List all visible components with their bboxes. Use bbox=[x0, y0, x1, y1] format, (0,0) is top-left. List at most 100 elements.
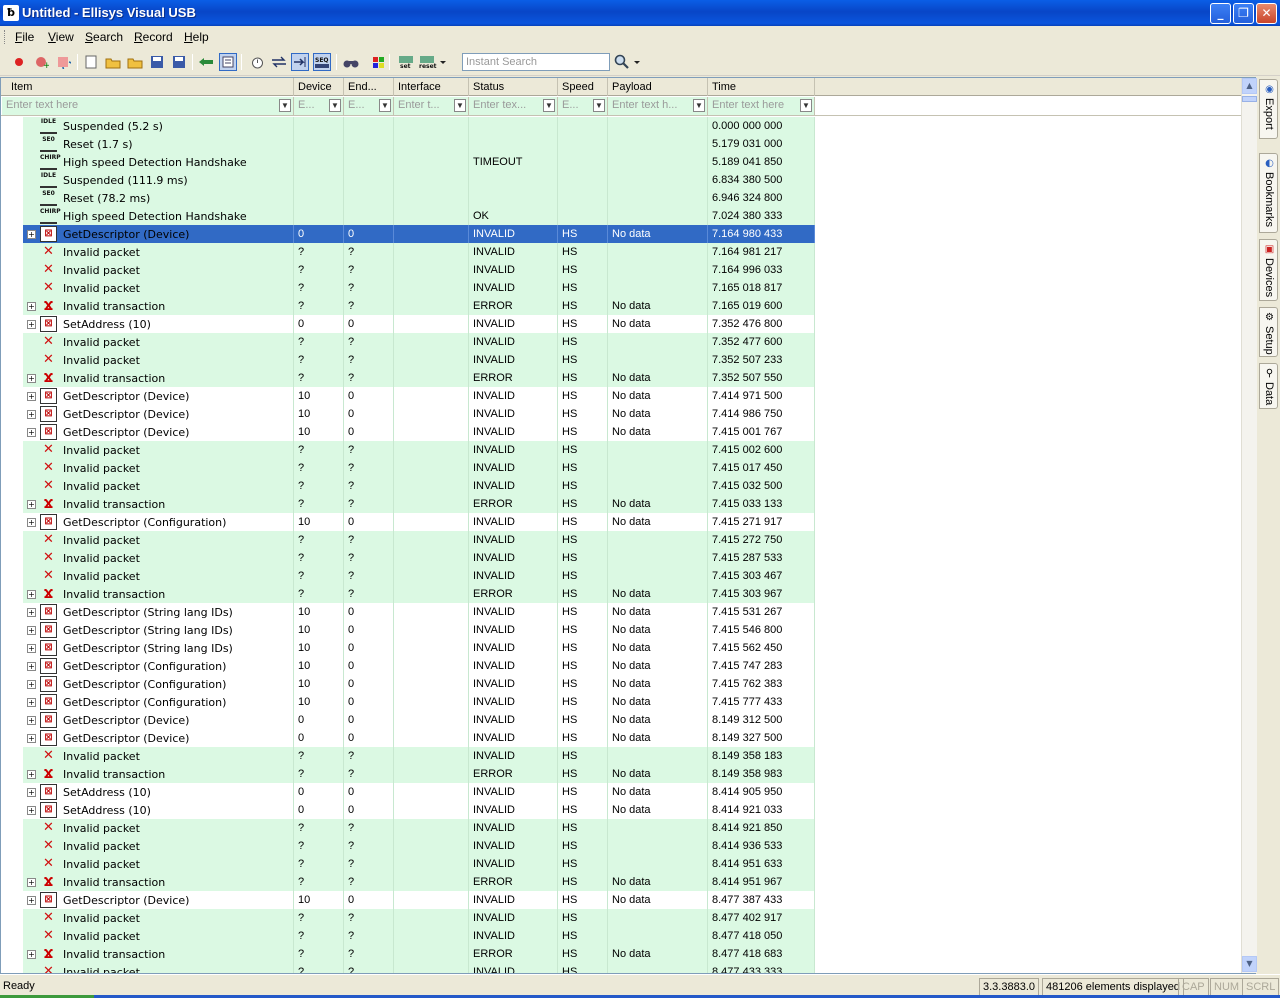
table-row[interactable]: CHIRP High speed Detection Handshake TIMEO… bbox=[1, 153, 1241, 171]
expand-icon[interactable]: + bbox=[27, 500, 36, 509]
scroll-up-arrow-icon[interactable]: ▲ bbox=[1242, 78, 1257, 94]
menu-grip[interactable] bbox=[4, 30, 7, 44]
filter-status[interactable]: Enter tex... ▼ bbox=[469, 97, 558, 115]
table-row[interactable]: + ⊠ GetDescriptor (Device) 0 0 INVALID HS No da… bbox=[1, 225, 1241, 243]
table-row[interactable]: + ⊠ GetDescriptor (String lang IDs) 10 0 INVA… bbox=[1, 621, 1241, 639]
dock-tab-setup[interactable]: ⚙ Setup bbox=[1259, 307, 1278, 357]
vertical-scrollbar[interactable]: ▲ ▼ bbox=[1241, 78, 1257, 973]
instant-search-input[interactable]: Instant Search bbox=[462, 53, 610, 71]
table-row[interactable]: IDLE Suspended (111.9 ms) 6.834 380 500 bbox=[1, 171, 1241, 189]
column-header-endpoint[interactable]: End... bbox=[344, 78, 394, 96]
table-row[interactable]: CHIRP High speed Detection Handshake OK 7.0… bbox=[1, 207, 1241, 225]
table-row[interactable]: + ⊠ GetDescriptor (Device) 10 0 INVALID HS No d… bbox=[1, 423, 1241, 441]
expand-icon[interactable]: + bbox=[27, 896, 36, 905]
table-row[interactable]: + ⊠ GetDescriptor (Configuration) 10 0 INVALI… bbox=[1, 513, 1241, 531]
find-icon[interactable] bbox=[342, 53, 360, 71]
table-row[interactable]: + ⊠ GetDescriptor (Device) 10 0 INVALID HS No d… bbox=[1, 387, 1241, 405]
expand-icon[interactable]: + bbox=[27, 302, 36, 311]
table-row[interactable]: + ⊠ GetDescriptor (Configuration) 10 0 INVALI… bbox=[1, 657, 1241, 675]
filter-interface[interactable]: Enter t... ▼ bbox=[394, 97, 469, 115]
set-icon[interactable]: set bbox=[397, 53, 415, 71]
maximize-button[interactable]: ❐ bbox=[1233, 3, 1254, 24]
expand-icon[interactable]: + bbox=[27, 626, 36, 635]
expand-icon[interactable]: + bbox=[27, 878, 36, 887]
table-row[interactable]: ✕ Invalid packet?? INVALID HS 8.477 402 917 bbox=[1, 909, 1241, 927]
expand-icon[interactable]: + bbox=[27, 428, 36, 437]
expand-icon[interactable]: + bbox=[27, 320, 36, 329]
save-icon[interactable] bbox=[148, 53, 166, 71]
expand-icon[interactable]: + bbox=[27, 716, 36, 725]
table-row[interactable]: ✕ Invalid packet?? INVALID HS 7.415 272 750 bbox=[1, 531, 1241, 549]
table-row[interactable]: ✕ Invalid packet?? INVALID HS 8.414 936 533 bbox=[1, 837, 1241, 855]
table-row[interactable]: + ⊠ GetDescriptor (Device) 0 0 INVALID HS No da… bbox=[1, 729, 1241, 747]
filter-icon[interactable]: ▼ bbox=[454, 99, 466, 112]
filter-item[interactable]: Enter text here ▼ bbox=[2, 97, 294, 115]
column-header-payload[interactable]: Payload bbox=[608, 78, 708, 96]
filter-icon[interactable]: ▼ bbox=[329, 99, 341, 112]
filter-icon[interactable]: ▼ bbox=[693, 99, 705, 112]
refresh-icon[interactable] bbox=[55, 53, 73, 71]
table-row[interactable]: ✕ Invalid packet?? INVALID HS 7.415 002 600 bbox=[1, 441, 1241, 459]
filter-time[interactable]: Enter text here ▼ bbox=[708, 97, 815, 115]
expand-icon[interactable]: + bbox=[27, 806, 36, 815]
table-row[interactable]: SE0 Reset (1.7 s) 5.179 031 000 bbox=[1, 135, 1241, 153]
dock-tab-devices[interactable]: ▣ Devices bbox=[1259, 239, 1278, 301]
table-row[interactable]: + ⊠ GetDescriptor (Device) 0 0 INVALID HS No da… bbox=[1, 711, 1241, 729]
table-row[interactable]: IDLE Suspended (5.2 s) 0.000 000 000 bbox=[1, 117, 1241, 135]
menu-search[interactable]: Search bbox=[85, 30, 123, 44]
menu-record[interactable]: Record bbox=[134, 30, 173, 44]
expand-icon[interactable]: + bbox=[27, 662, 36, 671]
save-as-icon[interactable] bbox=[170, 53, 188, 71]
table-row[interactable]: + ⊠ GetDescriptor (Device) 10 0 INVALID HS No d… bbox=[1, 891, 1241, 909]
expand-icon[interactable]: + bbox=[27, 788, 36, 797]
title-bar[interactable]: ƀ Untitled - Ellisys Visual USB _ ❐ ✕ bbox=[0, 0, 1280, 26]
open-recent-icon[interactable] bbox=[126, 53, 144, 71]
expand-icon[interactable]: + bbox=[27, 734, 36, 743]
dock-tab-bookmarks[interactable]: ◐ Bookmarks bbox=[1259, 153, 1278, 233]
table-row[interactable]: + ⊠ SetAddress (10) 0 0 INVALID HS No data 8.414… bbox=[1, 783, 1241, 801]
menu-help[interactable]: Help bbox=[184, 30, 209, 44]
ellisys-icon[interactable]: ƀ bbox=[3, 5, 19, 21]
expand-icon[interactable]: + bbox=[27, 608, 36, 617]
menu-view[interactable]: View bbox=[48, 30, 74, 44]
search-icon[interactable] bbox=[613, 53, 631, 71]
table-row[interactable]: + ⊠ SetAddress (10) 0 0 INVALID HS No data 7.352… bbox=[1, 315, 1241, 333]
filter-icon[interactable]: ▼ bbox=[800, 99, 812, 112]
table-row[interactable]: ✕ Invalid packet?? INVALID HS 8.477 433 333 bbox=[1, 963, 1241, 973]
filter-endpoint[interactable]: E... ▼ bbox=[344, 97, 394, 115]
table-row[interactable]: + ⊠ GetDescriptor (Configuration) 10 0 INVALI… bbox=[1, 675, 1241, 693]
table-row[interactable]: + ⊠ GetDescriptor (String lang IDs) 10 0 INVA… bbox=[1, 603, 1241, 621]
table-row[interactable]: ✕ Invalid packet?? INVALID HS 7.164 981 217 bbox=[1, 243, 1241, 261]
filter-icon[interactable]: ▼ bbox=[593, 99, 605, 112]
expand-icon[interactable]: + bbox=[27, 410, 36, 419]
column-header-status[interactable]: Status bbox=[469, 78, 558, 96]
filter-icon[interactable]: ▼ bbox=[379, 99, 391, 112]
expand-icon[interactable]: + bbox=[27, 770, 36, 779]
table-row[interactable]: + Ϫ Invalid transaction?? ERROR HS No data 8.4… bbox=[1, 945, 1241, 963]
table-row[interactable]: + Ϫ Invalid transaction?? ERROR HS No data 8.1… bbox=[1, 765, 1241, 783]
import-icon[interactable] bbox=[197, 53, 215, 71]
table-row[interactable]: ✕ Invalid packet?? INVALID HS 7.415 032 500 bbox=[1, 477, 1241, 495]
expand-icon[interactable]: + bbox=[27, 374, 36, 383]
filter-payload[interactable]: Enter text h... ▼ bbox=[608, 97, 708, 115]
table-row[interactable]: + ⊠ GetDescriptor (Configuration) 10 0 INVALI… bbox=[1, 693, 1241, 711]
table-row[interactable]: ✕ Invalid packet?? INVALID HS 8.414 921 850 bbox=[1, 819, 1241, 837]
table-row[interactable]: + ⊠ GetDescriptor (String lang IDs) 10 0 INVA… bbox=[1, 639, 1241, 657]
filter-speed[interactable]: E... ▼ bbox=[558, 97, 608, 115]
expand-icon[interactable]: + bbox=[27, 392, 36, 401]
swap-icon[interactable] bbox=[270, 53, 288, 71]
view-icon[interactable] bbox=[219, 53, 237, 71]
column-header-interface[interactable]: Interface bbox=[394, 78, 469, 96]
colors-icon[interactable] bbox=[369, 53, 387, 71]
table-row[interactable]: + Ϫ Invalid transaction?? ERROR HS No data 8.4… bbox=[1, 873, 1241, 891]
expand-icon[interactable]: + bbox=[27, 230, 36, 239]
table-row[interactable]: ✕ Invalid packet?? INVALID HS 8.414 951 633 bbox=[1, 855, 1241, 873]
table-row[interactable]: ✕ Invalid packet?? INVALID HS 8.149 358 183 bbox=[1, 747, 1241, 765]
follow-icon[interactable] bbox=[291, 53, 309, 71]
record-icon[interactable] bbox=[10, 53, 28, 71]
timer-icon[interactable] bbox=[248, 53, 266, 71]
chevron-down-icon[interactable] bbox=[438, 53, 448, 71]
table-row[interactable]: + Ϫ Invalid transaction?? ERROR HS No data 7.4… bbox=[1, 585, 1241, 603]
expand-icon[interactable]: + bbox=[27, 518, 36, 527]
table-row[interactable]: + ⊠ SetAddress (10) 0 0 INVALID HS No data 8.414… bbox=[1, 801, 1241, 819]
